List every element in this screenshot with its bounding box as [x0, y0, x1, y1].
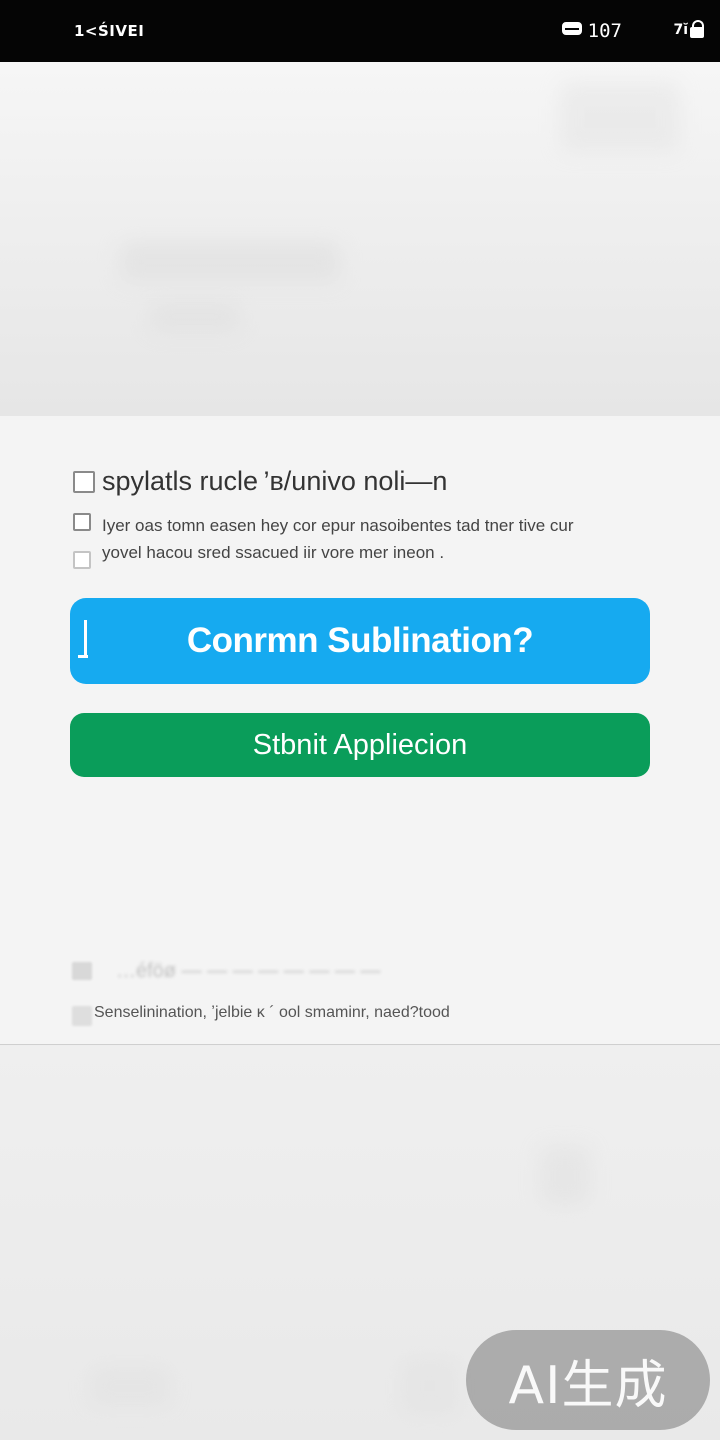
- option-description-line-1: Iyer oas tomn easen hey cor epur nasoibe…: [102, 516, 574, 535]
- blurred-block: [150, 302, 240, 332]
- blurred-block: [560, 82, 680, 152]
- blurred-block: [540, 1146, 590, 1206]
- option-title: spylatls rucle ’в/univo nolі—n: [102, 466, 448, 496]
- background-content-top: [0, 62, 720, 416]
- submit-application-button[interactable]: Stbnit Appliecion: [70, 713, 650, 777]
- status-bar: 1<ŚIVEI 107 7ĭ: [0, 0, 720, 62]
- faded-item-text: …éföø — — — — — — — —: [116, 960, 381, 982]
- lock-icon: [690, 20, 704, 38]
- carrier-label: 1<ŚIVEI: [74, 22, 145, 40]
- battery-icon: [562, 22, 582, 35]
- blurred-block: [400, 1356, 460, 1416]
- blurred-block: [120, 242, 340, 282]
- status-time: 107: [587, 20, 622, 42]
- faded-checkbox: [72, 962, 92, 980]
- option-detail-checkbox[interactable]: [73, 513, 91, 531]
- blurred-block: [90, 1366, 170, 1406]
- confirm-submission-button[interactable]: Conrmn Sublination?: [70, 598, 650, 684]
- confirmation-dialog: spylatls rucle ’в/univo nolі—n Iyer oas …: [0, 416, 720, 1045]
- submit-button-label: Stbnit Appliecion: [252, 728, 468, 761]
- faded-list-item: …éföø — — — — — — — —: [72, 960, 592, 984]
- footer-note: Senselinination, ʼjelbie κ ´ ool smaminr…: [94, 1004, 450, 1021]
- confirm-button-label: Conrmn Sublination?: [186, 621, 534, 660]
- ai-generated-watermark: AI生成: [466, 1330, 710, 1430]
- option-description-line-2: yovel hacou sred ssacued iir vore mer in…: [102, 543, 445, 562]
- option-checkbox[interactable]: [73, 471, 95, 493]
- option-extra-checkbox[interactable]: [73, 551, 91, 569]
- text-cursor-icon: [78, 620, 88, 658]
- signal-label: 7ĭ: [673, 22, 688, 38]
- watermark-text: AI生成: [508, 1355, 668, 1416]
- faded-checkbox: [72, 1006, 92, 1026]
